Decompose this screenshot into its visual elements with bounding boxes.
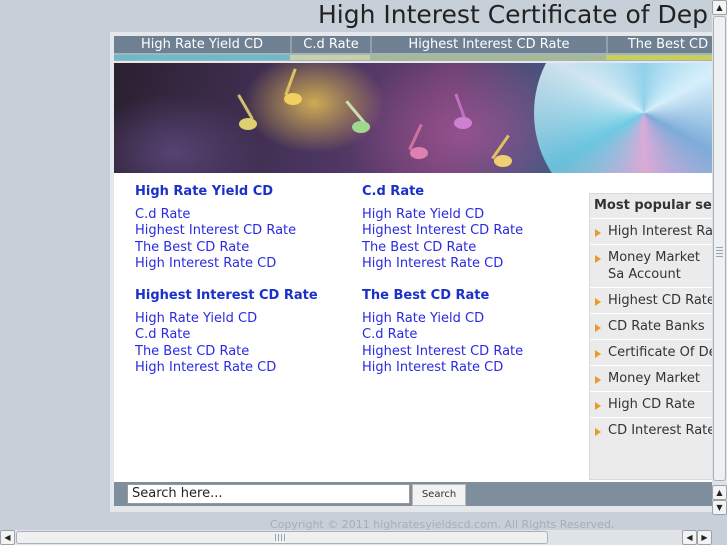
popular-search-label: Highest CD Rate (608, 293, 715, 308)
popular-search-label: High Interest Rat (608, 224, 716, 239)
vertical-scrollbar[interactable]: ▲ ▲ ▼ (712, 0, 727, 515)
popular-search-item[interactable]: Money Market Sa Account (590, 244, 716, 287)
link-group: The Best CD Rate High Rate Yield CD C.d … (362, 287, 582, 376)
triangle-right-icon (595, 324, 601, 332)
arrow-right-icon[interactable]: ▶ (697, 530, 712, 545)
group-heading-link[interactable]: Highest Interest CD Rate (135, 287, 355, 305)
related-link[interactable]: High Interest Rate CD (362, 360, 582, 376)
related-link[interactable]: Highest Interest CD Rate (362, 344, 582, 360)
popular-search-item[interactable]: Highest CD Rate (590, 287, 716, 313)
triangle-right-icon (595, 298, 601, 306)
popular-search-label: CD Interest Rate (608, 423, 716, 438)
group-heading-link[interactable]: High Rate Yield CD (135, 183, 355, 201)
arrow-left-icon[interactable]: ◀ (682, 530, 697, 545)
link-group: Highest Interest CD Rate High Rate Yield… (135, 287, 355, 376)
popular-search-item[interactable]: Certificate Of De (590, 339, 716, 365)
site-container: High Rate Yield CD C.d Rate Highest Inte… (110, 32, 716, 512)
nav-item-highest-interest-cd-rate[interactable]: Highest Interest CD Rate (372, 36, 606, 53)
related-link[interactable]: Highest Interest CD Rate (362, 223, 582, 239)
nav-item-cd-rate[interactable]: C.d Rate (292, 36, 370, 53)
nav-item-high-rate-yield-cd[interactable]: High Rate Yield CD (114, 36, 290, 53)
header-banner-image (114, 63, 716, 173)
popular-search-label: High CD Rate (608, 397, 696, 412)
triangle-right-icon (595, 255, 601, 263)
triangle-right-icon (595, 402, 601, 410)
link-group: C.d Rate High Rate Yield CD Highest Inte… (362, 183, 582, 272)
popular-search-label: Money Market (608, 371, 700, 386)
related-link[interactable]: The Best CD Rate (135, 344, 355, 360)
search-input[interactable]: Search here... (127, 484, 410, 504)
popular-search-label: Money Market Sa Account (608, 250, 700, 282)
related-link[interactable]: The Best CD Rate (135, 240, 355, 256)
popular-searches-title: Most popular se (594, 198, 712, 213)
triangle-right-icon (595, 350, 601, 358)
vertical-scroll-thumb[interactable] (713, 16, 726, 481)
arrow-up-icon[interactable]: ▲ (712, 485, 727, 500)
related-link[interactable]: High Rate Yield CD (362, 311, 582, 327)
popular-search-label: Certificate Of De (608, 345, 716, 360)
nav-underline (114, 53, 716, 61)
related-link[interactable]: The Best CD Rate (362, 240, 582, 256)
popular-search-item[interactable]: CD Interest Rate (590, 417, 716, 443)
popular-search-item[interactable]: High CD Rate (590, 391, 716, 417)
related-link[interactable]: High Rate Yield CD (135, 311, 355, 327)
triangle-right-icon (595, 376, 601, 384)
related-link[interactable]: C.d Rate (362, 327, 582, 343)
popular-searches-box: Most popular se High Interest Rat Money … (589, 193, 716, 480)
search-bar: Search here... Search (114, 482, 716, 506)
related-link[interactable]: Highest Interest CD Rate (135, 223, 355, 239)
related-link[interactable]: C.d Rate (135, 207, 355, 223)
related-link[interactable]: C.d Rate (135, 327, 355, 343)
related-link[interactable]: High Interest Rate CD (135, 256, 355, 272)
related-link[interactable]: High Interest Rate CD (135, 360, 355, 376)
arrow-up-icon[interactable]: ▲ (712, 0, 727, 15)
arrow-left-icon[interactable]: ◀ (0, 530, 15, 545)
link-column-middle: C.d Rate High Rate Yield CD Highest Inte… (362, 183, 582, 391)
horizontal-scrollbar[interactable]: ◀ ◀ ▶ (0, 530, 712, 545)
arrow-down-icon[interactable]: ▼ (712, 500, 727, 515)
triangle-right-icon (595, 229, 601, 237)
group-heading-link[interactable]: The Best CD Rate (362, 287, 582, 305)
group-heading-link[interactable]: C.d Rate (362, 183, 582, 201)
related-link[interactable]: High Rate Yield CD (362, 207, 582, 223)
link-group: High Rate Yield CD C.d Rate Highest Inte… (135, 183, 355, 272)
popular-search-label: CD Rate Banks (608, 319, 705, 334)
related-link[interactable]: High Interest Rate CD (362, 256, 582, 272)
main-area: High Rate Yield CD C.d Rate Highest Inte… (114, 173, 716, 482)
nav-item-the-best-cd[interactable]: The Best CD (608, 36, 716, 53)
popular-search-item[interactable]: CD Rate Banks (590, 313, 716, 339)
horizontal-scroll-thumb[interactable] (16, 531, 548, 544)
popular-search-item[interactable]: Money Market (590, 365, 716, 391)
top-nav: High Rate Yield CD C.d Rate Highest Inte… (114, 36, 716, 53)
link-column-left: High Rate Yield CD C.d Rate Highest Inte… (135, 183, 355, 391)
popular-search-item[interactable]: High Interest Rat (590, 218, 716, 244)
search-button[interactable]: Search (412, 484, 466, 506)
triangle-right-icon (595, 428, 601, 436)
page-title: High Interest Certificate of Dep (318, 0, 709, 29)
